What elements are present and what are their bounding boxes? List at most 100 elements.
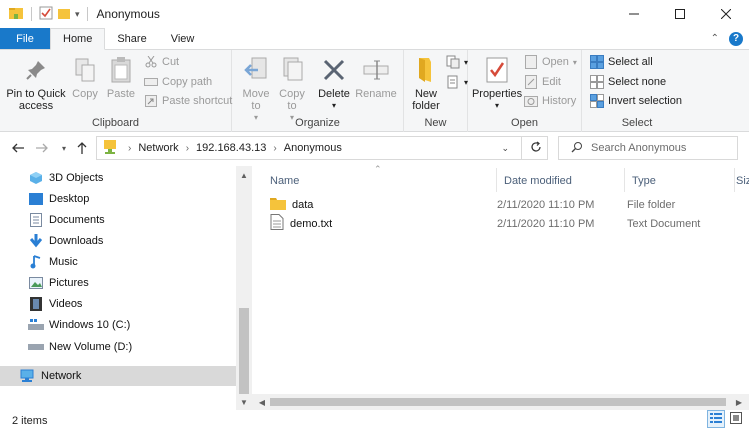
address-bar[interactable]: › Network › 192.168.43.13 › Anonymous ⌄: [96, 136, 548, 160]
select-group-label: Select: [621, 117, 653, 129]
tab-share[interactable]: Share: [105, 28, 158, 49]
copy-button[interactable]: Copy: [68, 54, 102, 100]
pin-to-quick-access-button[interactable]: Pin to Quick access: [4, 54, 68, 112]
breadcrumb-network[interactable]: Network: [138, 142, 178, 154]
cut-button[interactable]: Cut: [144, 53, 179, 71]
nav-item-documents[interactable]: Documents: [0, 210, 236, 230]
invert-selection-icon: [590, 94, 604, 108]
search-box[interactable]: [558, 136, 738, 160]
select-group: Select all Select none Invert selection …: [582, 50, 692, 132]
downloads-icon: [28, 233, 44, 249]
maximize-button[interactable]: [657, 0, 703, 28]
column-header-date[interactable]: Date modified: [496, 168, 624, 194]
breadcrumb-host[interactable]: 192.168.43.13: [196, 142, 266, 154]
nav-item-3d-objects[interactable]: 3D Objects: [0, 168, 236, 188]
properties-quick-icon[interactable]: [39, 6, 53, 23]
column-header-name[interactable]: Name: [262, 168, 496, 194]
minimize-button[interactable]: [611, 0, 657, 28]
delete-button[interactable]: Delete ▾: [314, 54, 354, 112]
up-arrow-icon[interactable]: [74, 140, 90, 156]
table-row[interactable]: data 2/11/2020 11:10 PM File folder: [270, 195, 749, 214]
select-none-icon: [590, 75, 604, 89]
paste-shortcut-button[interactable]: Paste shortcut: [144, 92, 232, 110]
scroll-right-icon[interactable]: ▶: [731, 394, 747, 410]
breadcrumb-chevron-icon[interactable]: ›: [186, 143, 189, 154]
new-group-label: New: [424, 117, 447, 129]
new-folder-quick-icon[interactable]: [57, 6, 71, 23]
copy-to-button[interactable]: Copy to ▾: [274, 54, 310, 124]
tab-home[interactable]: Home: [50, 28, 106, 50]
refresh-button[interactable]: [521, 136, 549, 160]
properties-button[interactable]: Properties ▾: [472, 54, 522, 112]
tab-file[interactable]: File: [0, 28, 50, 49]
open-button[interactable]: Open ▾: [524, 53, 577, 71]
navigation-scrollbar[interactable]: ▲ ▼: [236, 166, 252, 411]
details-view-button[interactable]: [707, 410, 725, 428]
history-button[interactable]: History: [524, 92, 576, 110]
scroll-up-icon[interactable]: ▲: [236, 168, 252, 182]
scroll-left-icon[interactable]: ◀: [254, 394, 270, 410]
nav-item-videos[interactable]: Videos: [0, 294, 236, 314]
column-header-size[interactable]: Siz: [728, 168, 749, 194]
edit-button[interactable]: Edit: [524, 73, 561, 91]
copy-to-icon: [277, 54, 307, 86]
search-input[interactable]: [591, 142, 731, 154]
nav-item-windows-c[interactable]: Windows 10 (C:): [0, 315, 236, 335]
documents-icon: [28, 212, 44, 228]
paste-button[interactable]: Paste: [104, 54, 138, 100]
select-all-button[interactable]: Select all: [590, 53, 653, 71]
nav-item-downloads[interactable]: Downloads: [0, 231, 236, 251]
history-icon: [524, 94, 538, 108]
large-icons-view-button[interactable]: [727, 410, 745, 428]
copy-path-button[interactable]: Copy path: [144, 73, 212, 91]
pictures-icon: [28, 275, 44, 291]
help-icon[interactable]: ?: [729, 31, 743, 46]
file-date: 2/11/2020 11:10 PM: [497, 198, 595, 211]
explorer-icon: [8, 5, 24, 24]
address-dropdown-icon[interactable]: ⌄: [501, 143, 509, 154]
nav-item-pictures[interactable]: Pictures: [0, 273, 236, 293]
ribbon: Pin to Quick access Copy Paste Cut Copy …: [0, 50, 749, 132]
invert-selection-button[interactable]: Invert selection: [590, 92, 682, 110]
paste-shortcut-icon: [144, 94, 158, 108]
column-header-type[interactable]: Type: [624, 168, 734, 194]
recent-locations-icon[interactable]: ▾: [56, 140, 72, 156]
3d-objects-icon: [28, 170, 44, 186]
close-button[interactable]: [703, 0, 749, 28]
move-to-button[interactable]: Move to ▾: [238, 54, 274, 124]
view-switcher: [707, 410, 745, 428]
nav-item-desktop[interactable]: Desktop: [0, 189, 236, 209]
breadcrumb-chevron-icon[interactable]: ›: [273, 143, 276, 154]
scroll-down-icon[interactable]: ▼: [236, 395, 252, 409]
breadcrumb-chevron-icon[interactable]: ›: [128, 143, 131, 154]
new-item-button[interactable]: ▾: [446, 53, 468, 71]
properties-icon: [482, 54, 512, 86]
table-row[interactable]: demo.txt 2/11/2020 11:10 PM Text Documen…: [270, 214, 749, 233]
file-type: File folder: [627, 198, 676, 211]
tab-view[interactable]: View: [159, 28, 207, 49]
file-list-horizontal-scrollbar[interactable]: ◀ ▶: [252, 394, 749, 410]
rename-button[interactable]: Rename: [354, 54, 398, 100]
breadcrumb-current[interactable]: Anonymous: [284, 142, 342, 154]
forward-arrow-icon[interactable]: [34, 140, 50, 156]
item-count: 2 items: [12, 414, 48, 427]
open-group: Properties ▾ Open ▾ Edit History Open: [468, 50, 582, 132]
navigation-scroll-thumb[interactable]: [239, 308, 249, 394]
horizontal-scroll-thumb[interactable]: [270, 398, 726, 406]
file-type: Text Document: [627, 217, 701, 230]
customize-quick-access-icon[interactable]: ▾: [75, 9, 80, 20]
title-bar: ▾ Anonymous: [0, 0, 749, 28]
paste-label: Paste: [106, 88, 136, 100]
ribbon-collapse-icon[interactable]: ⌃: [711, 33, 719, 44]
back-arrow-icon[interactable]: [10, 140, 26, 156]
new-folder-button[interactable]: New folder: [408, 54, 444, 112]
nav-item-network[interactable]: Network: [0, 366, 236, 386]
file-list: ⌃ Name Date modified Type Siz data 2/11/…: [262, 164, 749, 392]
easy-access-button[interactable]: ▾: [446, 73, 468, 91]
select-none-button[interactable]: Select none: [590, 73, 666, 91]
nav-item-new-volume-d[interactable]: New Volume (D:): [0, 337, 236, 357]
nav-item-music[interactable]: Music: [0, 252, 236, 272]
move-to-icon: [241, 54, 271, 86]
address-row: ▾ › Network › 192.168.43.13 › Anonymous …: [0, 132, 749, 164]
navigation-pane: 3D Objects Desktop Documents Downloads M…: [0, 166, 252, 392]
